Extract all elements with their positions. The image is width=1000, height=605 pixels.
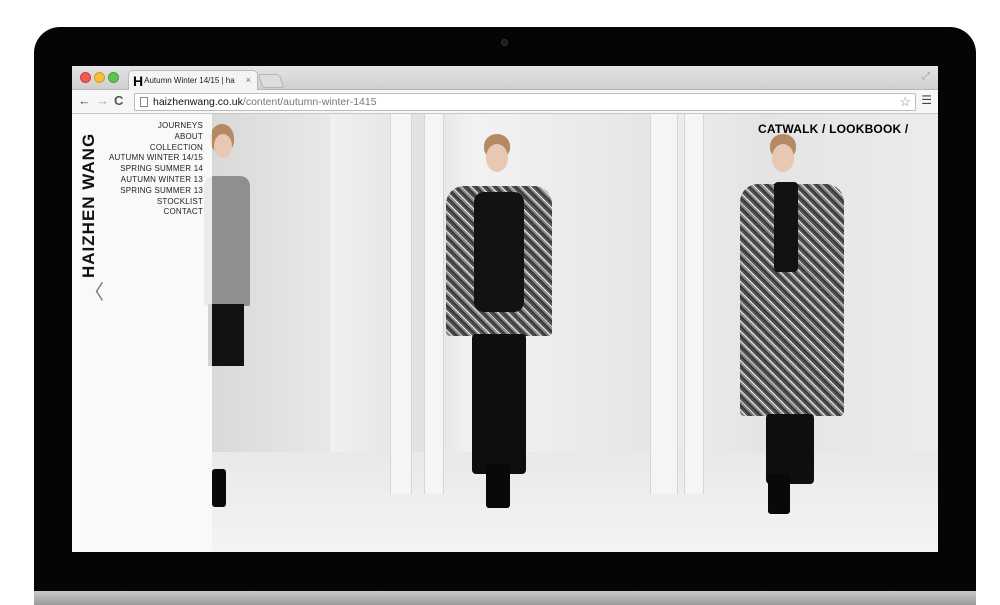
tab-close-icon[interactable]: ×	[246, 75, 251, 85]
url-host: haizhenwang.co.uk	[153, 96, 243, 108]
page-content: HAIZHEN WANG 〈 JOURNEYS ABOUT COLLECTION…	[72, 114, 938, 552]
window-close-button[interactable]	[80, 72, 91, 83]
tab-title: Autumn Winter 14/15 | ha	[144, 76, 235, 85]
nav-item-journeys[interactable]: JOURNEYS	[109, 121, 203, 132]
nav-item-spring-summer-13[interactable]: SPRING SUMMER 13	[109, 186, 203, 197]
site-nav: JOURNEYS ABOUT COLLECTION AUTUMN WINTER …	[109, 121, 203, 218]
set-column	[390, 114, 412, 494]
arrow-right-icon[interactable]: →	[96, 93, 109, 109]
window-maximize-button[interactable]	[108, 72, 119, 83]
brand-logo[interactable]: HAIZHEN WANG	[74, 118, 104, 278]
address-bar[interactable]: haizhenwang.co.uk/content/autumn-winter-…	[134, 93, 916, 111]
h-logo-icon: H	[133, 72, 144, 89]
star-icon[interactable]: ☆	[899, 94, 911, 110]
browser-window: H Autumn Winter 14/15 | ha × ⤢ ← → C hai…	[72, 66, 938, 552]
window-minimize-button[interactable]	[94, 72, 105, 83]
nav-item-spring-summer-14[interactable]: SPRING SUMMER 14	[109, 164, 203, 175]
set-column	[650, 114, 678, 494]
fullscreen-icon[interactable]: ⤢	[922, 71, 930, 82]
set-column	[684, 114, 704, 494]
new-tab-button[interactable]	[257, 74, 285, 88]
webcam	[501, 39, 508, 46]
tab-bar: H Autumn Winter 14/15 | ha × ⤢	[72, 66, 938, 90]
nav-item-stocklist[interactable]: STOCKLIST	[109, 197, 203, 208]
nav-item-autumn-winter-1415[interactable]: AUTUMN WINTER 14/15	[109, 153, 203, 164]
site-sidebar: HAIZHEN WANG 〈 JOURNEYS ABOUT COLLECTION…	[72, 114, 212, 552]
hamburger-menu-icon[interactable]: ☰	[921, 93, 932, 107]
reload-icon[interactable]: C	[114, 93, 123, 109]
browser-tab[interactable]: H Autumn Winter 14/15 | ha ×	[128, 70, 258, 90]
laptop-base	[34, 591, 976, 605]
browser-toolbar: ← → C haizhenwang.co.uk/content/autumn-w…	[72, 90, 938, 114]
nav-item-contact[interactable]: CONTACT	[109, 207, 203, 218]
url-path: /content/autumn-winter-1415	[242, 96, 377, 108]
set-column	[424, 114, 444, 494]
nav-item-autumn-winter-13[interactable]: AUTUMN WINTER 13	[109, 175, 203, 186]
runway-floor	[212, 452, 938, 552]
chevron-left-icon[interactable]: 〈	[84, 282, 104, 302]
page-icon	[140, 97, 148, 107]
nav-item-about[interactable]: ABOUT	[109, 132, 203, 143]
nav-item-collection[interactable]: COLLECTION	[109, 143, 203, 154]
arrow-left-icon[interactable]: ←	[78, 93, 91, 109]
catwalk-lookbook-nav[interactable]: CATWALK / LOOKBOOK /	[758, 122, 908, 136]
